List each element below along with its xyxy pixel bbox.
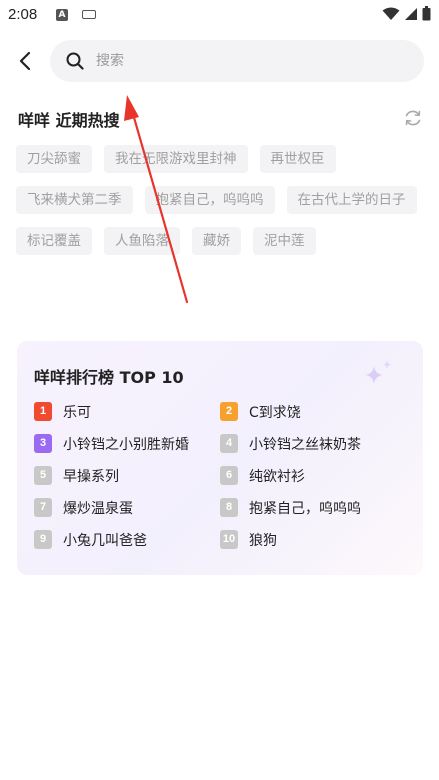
ranking-item[interactable]: 6 纯欲衬衫: [220, 466, 406, 485]
rank-badge: 3: [34, 434, 52, 453]
rank-badge: 6: [220, 466, 238, 485]
ranking-item[interactable]: 8 抱紧自己，呜呜呜: [220, 498, 406, 517]
rank-title: 小铃铛之小别胜新婚: [63, 436, 189, 453]
ranking-item[interactable]: 4 小铃铛之丝袜奶茶: [220, 434, 406, 453]
search-tag[interactable]: 刀尖舔蜜: [16, 145, 92, 173]
recent-search-tags: 刀尖舔蜜 我在无限游戏里封神 再世权臣 飞来横犬第二季 抱紧自己，呜呜呜 在古代…: [16, 145, 426, 255]
search-tag[interactable]: 泥中莲: [253, 227, 316, 255]
rank-title: 小铃铛之丝袜奶茶: [249, 436, 361, 453]
status-time: 2:08: [8, 6, 38, 23]
search-input[interactable]: [96, 53, 376, 69]
rank-badge: 1: [34, 402, 52, 421]
ranking-item[interactable]: 3 小铃铛之小别胜新婚: [34, 434, 220, 453]
notification-a-icon: A: [56, 9, 68, 21]
rank-title: 抱紧自己，呜呜呜: [249, 500, 361, 517]
search-tag[interactable]: 藏娇: [192, 227, 241, 255]
rank-title: C到求饶: [249, 404, 301, 421]
chevron-left-icon: [19, 51, 31, 71]
search-tag[interactable]: 人鱼陷落: [104, 227, 180, 255]
ranking-card: 咩咩排行榜 TOP 10 1 乐可 2 C到求饶 3 小铃铛之小别胜新婚 4 小…: [17, 341, 423, 575]
signal-icon: [405, 7, 417, 20]
rank-title: 乐可: [63, 404, 91, 421]
rank-title: 小兔几叫爸爸: [63, 532, 147, 549]
rank-badge: 8: [220, 498, 238, 517]
rank-badge: 5: [34, 466, 52, 485]
search-tag[interactable]: 在古代上学的日子: [286, 186, 417, 214]
ranking-item[interactable]: 5 早操系列: [34, 466, 220, 485]
ranking-item[interactable]: 7 爆炒温泉蛋: [34, 498, 220, 517]
search-tag[interactable]: 抱紧自己，呜呜呜: [144, 186, 275, 214]
recent-search-title: 咩咩 近期热搜: [18, 111, 120, 130]
back-button[interactable]: [12, 48, 38, 74]
search-box[interactable]: [50, 40, 424, 82]
status-icons: [382, 6, 431, 21]
rank-title: 爆炒温泉蛋: [63, 500, 133, 517]
search-tag[interactable]: 标记覆盖: [16, 227, 92, 255]
rank-badge: 10: [220, 530, 238, 549]
rank-badge: 4: [220, 434, 238, 453]
search-tag[interactable]: 飞来横犬第二季: [16, 186, 133, 214]
ranking-item[interactable]: 9 小兔几叫爸爸: [34, 530, 220, 549]
search-tag[interactable]: 我在无限游戏里封神: [104, 145, 248, 173]
rank-badge: 7: [34, 498, 52, 517]
search-tag[interactable]: 再世权臣: [259, 145, 336, 173]
rank-badge: 2: [220, 402, 238, 421]
status-bar: 2:08 A: [0, 0, 439, 32]
rank-title: 纯欲衬衫: [249, 468, 305, 485]
sparkle-icon: [365, 360, 391, 384]
rank-title: 狼狗: [249, 532, 277, 549]
battery-icon: [422, 6, 431, 21]
ranking-item[interactable]: 2 C到求饶: [220, 402, 406, 421]
rank-badge: 9: [34, 530, 52, 549]
search-icon: [66, 52, 84, 70]
ranking-title: 咩咩排行榜 TOP 10: [34, 368, 184, 387]
refresh-icon[interactable]: [403, 108, 423, 128]
ranking-item[interactable]: 1 乐可: [34, 402, 220, 421]
ranking-list: 1 乐可 2 C到求饶 3 小铃铛之小别胜新婚 4 小铃铛之丝袜奶茶 5 早操系…: [34, 402, 414, 549]
rank-title: 早操系列: [63, 468, 119, 485]
keyboard-icon: [82, 10, 96, 19]
ranking-item[interactable]: 10 狼狗: [220, 530, 406, 549]
wifi-icon: [382, 7, 400, 20]
